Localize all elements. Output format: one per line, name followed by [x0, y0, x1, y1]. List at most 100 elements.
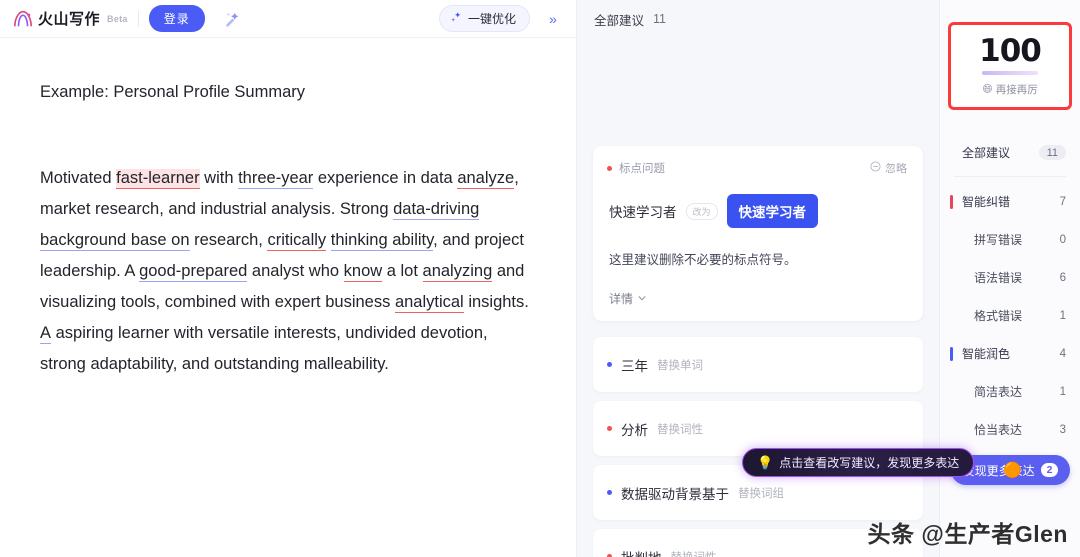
collapse-panel-button[interactable]: » — [540, 6, 566, 32]
suggestion-card-top: 标点问题 忽略 — [607, 160, 907, 176]
category-group-count: 4 — [1059, 347, 1066, 360]
circle-minus-icon — [870, 161, 881, 175]
tooltip-text: 点击查看改写建议，发现更多表达 — [779, 456, 960, 470]
rewrite-suggestion-span: three-year — [238, 168, 314, 189]
category-divider — [954, 175, 1066, 177]
category-subitem-count: 6 — [1059, 271, 1066, 284]
suggestions-header: 全部建议 11 — [577, 0, 939, 38]
suggestions-list[interactable]: 标点问题 忽略 快速学习者 改为 快速学习者 这里建议删除不必要的标点符号。 详… — [577, 38, 939, 557]
category-subitem[interactable]: 格式错误 1 — [940, 297, 1080, 335]
grammar-error-span: know — [343, 261, 383, 282]
beta-tag: Beta — [107, 13, 128, 24]
suggestion-card-active[interactable]: 标点问题 忽略 快速学习者 改为 快速学习者 这里建议删除不必要的标点符号。 详… — [593, 146, 923, 321]
suggestion-row-action: 替换单词 — [657, 359, 703, 372]
discover-badge: 2 — [1040, 463, 1059, 477]
category-list: 全部建议 11 智能纠错 7 拼写错误 0 语法错误 6 格式错误 1 智能润色 4 简洁表达 1 恰当… — [940, 134, 1080, 449]
category-subitem-label: 恰当表达 — [974, 423, 1023, 438]
suggestion-row-action: 替换词性 — [671, 549, 717, 557]
suggestions-header-count: 11 — [653, 12, 666, 26]
document-paragraph[interactable]: Motivated fast-learner with three-year e… — [40, 163, 530, 380]
suggestion-row-word: 数据驱动背景基于 — [621, 486, 729, 502]
score-note-text: 再接再厉 — [995, 83, 1038, 96]
document-title: Example: Personal Profile Summary — [40, 83, 306, 101]
category-group[interactable]: 智能纠错 7 — [940, 183, 1080, 221]
category-all-count: 11 — [1038, 145, 1066, 161]
grammar-error-span: critically — [267, 230, 327, 251]
category-subitem-count: 0 — [1059, 233, 1066, 246]
category-group-label: 智能润色 — [962, 347, 1011, 362]
score-card: 100 😄 再接再厉 — [948, 22, 1072, 110]
grammar-error-span: analytical — [394, 292, 464, 313]
category-accent-bar — [950, 194, 953, 209]
rewrite-suggestion-span: A — [40, 323, 52, 344]
document-text-run: research, — [189, 230, 268, 249]
document-text-run: insights. — [463, 292, 529, 311]
editor-pane: 火山写作 Beta 登录 一键优化 » Example: Personal Pr… — [0, 0, 577, 557]
category-all[interactable]: 全部建议 11 — [940, 134, 1080, 172]
severity-dot-icon — [607, 490, 612, 495]
optimize-label: 一键优化 — [467, 12, 516, 26]
brand-name: 火山写作 — [38, 11, 101, 28]
document-body[interactable]: Example: Personal Profile Summary Motiva… — [0, 38, 576, 557]
brand: 火山写作 Beta — [12, 8, 128, 29]
suggestion-row-word: 三年 — [621, 358, 648, 374]
score-emoji-icon: 😄 — [982, 83, 993, 95]
document-text-run: Motivated — [40, 168, 117, 187]
grammar-error-highlighted-span: fast-learner — [116, 168, 200, 189]
category-subitem[interactable]: 语法错误 6 — [940, 259, 1080, 297]
ignore-label: 忽略 — [885, 163, 907, 175]
volcano-logo-icon — [12, 9, 34, 29]
document-text-run: aspiring learner with versatile interest… — [40, 323, 488, 373]
score-note: 😄 再接再厉 — [951, 82, 1069, 97]
suggestion-row-word: 批判地 — [621, 547, 662, 557]
app-root: 火山写作 Beta 登录 一键优化 » Example: Personal Pr… — [0, 0, 1080, 557]
details-label: 详情 — [609, 292, 634, 306]
category-subitem-label: 简洁表达 — [974, 385, 1023, 400]
suggestion-card-tag: 标点问题 — [607, 160, 665, 176]
severity-dot-icon — [607, 165, 612, 171]
category-subitem-count: 3 — [1059, 423, 1066, 436]
suggestion-row-action: 替换词性 — [657, 423, 703, 436]
category-subitem[interactable]: 恰当表达 3 — [940, 411, 1080, 449]
category-subitem[interactable]: 简洁表达 1 — [940, 373, 1080, 411]
grammar-error-span: analyzing — [422, 261, 493, 282]
magic-wand-icon[interactable] — [219, 6, 245, 32]
category-accent-bar — [950, 346, 953, 361]
category-subitem-label: 语法错误 — [974, 271, 1023, 286]
category-group[interactable]: 智能润色 4 — [940, 335, 1080, 373]
original-word: 快速学习者 — [609, 205, 677, 220]
chevron-down-icon — [637, 292, 647, 306]
replace-arrow-pill: 改为 — [685, 202, 718, 220]
rewrite-suggestion-span: thinking ability — [330, 230, 434, 251]
severity-dot-icon — [607, 362, 612, 367]
suggestion-card-tag-label: 标点问题 — [619, 163, 665, 175]
score-value: 100 — [979, 33, 1042, 69]
sparkle-icon — [450, 11, 463, 27]
suggestion-description: 这里建议删除不必要的标点符号。 — [609, 253, 797, 267]
discover-emoji-icon: 🟠 — [1003, 462, 1022, 479]
document-text-run: with — [199, 168, 239, 187]
document-text-run: a lot — [382, 261, 423, 280]
suggestion-details-toggle[interactable]: 详情 — [609, 290, 907, 307]
login-button[interactable]: 登录 — [148, 5, 205, 32]
category-subitem[interactable]: 拼写错误 0 — [940, 221, 1080, 259]
category-all-label: 全部建议 — [962, 146, 1011, 161]
suggestion-row-action: 替换词组 — [738, 487, 784, 500]
category-groups: 智能纠错 7 拼写错误 0 语法错误 6 格式错误 1 智能润色 4 简洁表达 1 恰当表达 3 — [940, 183, 1080, 449]
editor-toolbar: 火山写作 Beta 登录 一键优化 » — [0, 0, 576, 38]
suggestion-row[interactable]: 三年 替换单词 — [593, 337, 923, 392]
severity-dot-icon — [607, 426, 612, 431]
document-text-run: analyst who — [247, 261, 344, 280]
ignore-button[interactable]: 忽略 — [870, 160, 907, 176]
rewrite-suggestion-span: good-prepared — [139, 261, 248, 282]
toolbar-divider — [137, 10, 139, 27]
category-subitem-count: 1 — [1059, 309, 1066, 322]
document-text-run: experience in data — [313, 168, 458, 187]
score-underline-decoration — [982, 70, 1038, 75]
suggestion-replacement: 快速学习者 改为 快速学习者 — [609, 194, 907, 228]
apply-replacement-button[interactable]: 快速学习者 — [726, 194, 819, 228]
watermark: 头条 @生产者Glen — [867, 521, 1068, 547]
one-click-optimize-button[interactable]: 一键优化 — [438, 5, 530, 32]
category-group-label: 智能纠错 — [962, 195, 1011, 210]
suggestion-row-word: 分析 — [621, 422, 648, 438]
